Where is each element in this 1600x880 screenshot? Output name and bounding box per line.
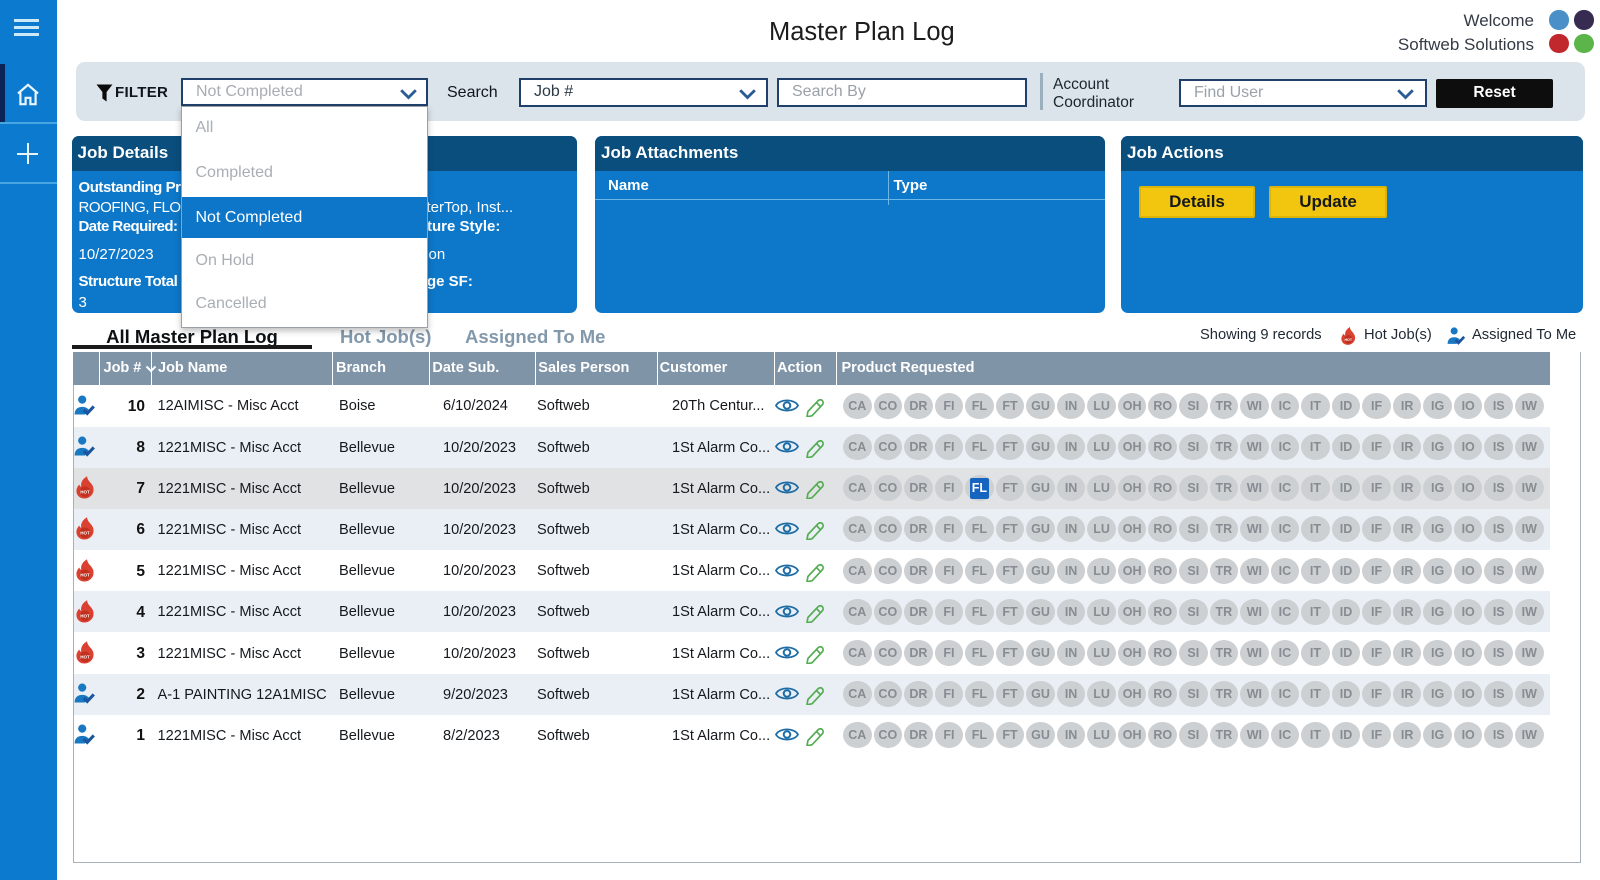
svg-text:HOT: HOT bbox=[1344, 337, 1352, 341]
svg-text:HOT: HOT bbox=[80, 531, 90, 536]
svg-text:HOT: HOT bbox=[80, 572, 90, 577]
svg-text:HOT: HOT bbox=[80, 613, 90, 618]
svg-text:HOT: HOT bbox=[80, 655, 90, 660]
svg-text:HOT: HOT bbox=[80, 490, 90, 495]
